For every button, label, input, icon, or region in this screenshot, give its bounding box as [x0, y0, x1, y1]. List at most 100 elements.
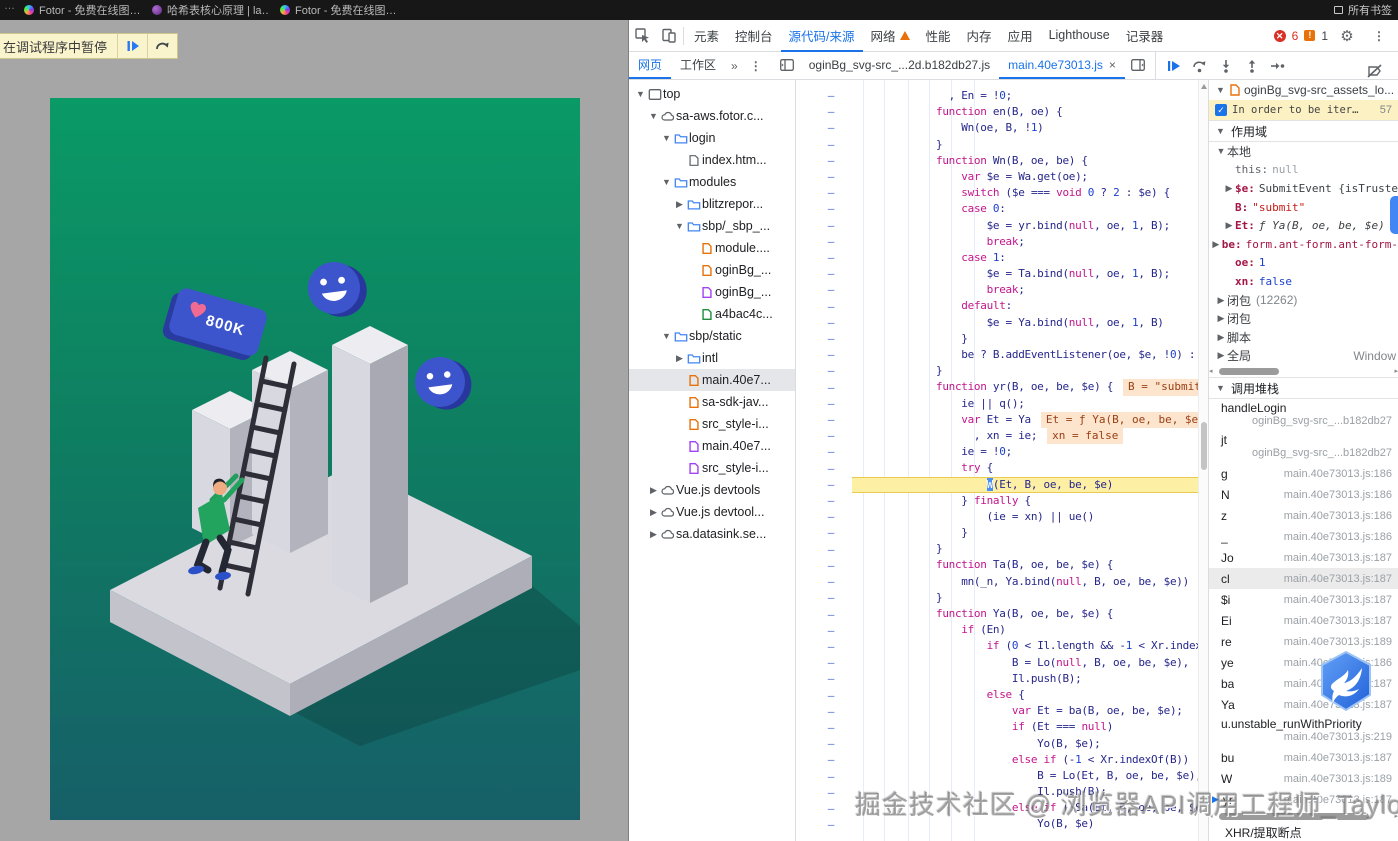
file-tab[interactable]: main.40e73013.js×: [999, 52, 1125, 79]
chevron-right-icon[interactable]: ▶: [1223, 220, 1235, 231]
chevron-right-icon[interactable]: ▶: [1210, 239, 1222, 250]
call-stack-frame-u.unstable_runWithPriority[interactable]: u.unstable_runWithPrioritymain.40e73013.…: [1209, 715, 1398, 747]
tree-item-sa.datasink.se...[interactable]: ▶sa.datasink.se...: [629, 523, 795, 545]
call-stack-frame-N[interactable]: Nmain.40e73013.js:186: [1209, 484, 1398, 505]
call-stack-frame-Ei[interactable]: Eimain.40e73013.js:187: [1209, 610, 1398, 631]
chevron-down-icon[interactable]: ▼: [674, 221, 685, 231]
tree-item-login[interactable]: ▼login: [629, 127, 795, 149]
callstack-section-header[interactable]: ▼ 调用堆栈: [1209, 377, 1398, 399]
close-tab-icon[interactable]: ×: [1109, 58, 1116, 72]
tree-item-oginBg_...[interactable]: oginBg_...: [629, 281, 795, 303]
settings-gear-icon[interactable]: ⚙: [1334, 23, 1360, 49]
call-stack-frame-bu[interactable]: bumain.40e73013.js:187: [1209, 747, 1398, 768]
call-stack-frame-handleLogin[interactable]: handleLoginoginBg_svg-src_...b182db27: [1209, 399, 1398, 431]
call-stack-frame-cl[interactable]: clmain.40e73013.js:187: [1209, 568, 1398, 589]
scope-group-闭包[interactable]: ▶闭包: [1209, 309, 1398, 328]
editor-gutter[interactable]: ––––––––––––––––––––––––––––––––––––––––…: [822, 88, 840, 833]
chevron-right-icon[interactable]: ▶: [648, 529, 659, 540]
call-stack-frame-$i[interactable]: $imain.40e73013.js:187: [1209, 589, 1398, 610]
chevron-right-icon[interactable]: ▶: [1215, 332, 1227, 343]
issues-icon[interactable]: !: [1304, 30, 1315, 41]
chevron-right-icon[interactable]: ▶: [674, 353, 685, 364]
devtools-tab-Lighthouse[interactable]: Lighthouse: [1041, 20, 1118, 52]
error-count[interactable]: 6: [1292, 29, 1299, 43]
scroll-up-icon[interactable]: [1201, 84, 1207, 89]
chevron-down-icon[interactable]: ▼: [661, 331, 672, 341]
xhr-breakpoints-section[interactable]: XHR/提取断点: [1209, 822, 1398, 841]
devtools-tab-内存[interactable]: 内存: [959, 20, 1000, 52]
devtools-tab-性能[interactable]: 性能: [918, 20, 959, 52]
console-error-icon[interactable]: ✕: [1274, 30, 1286, 42]
tree-item-index.htm...[interactable]: index.htm...: [629, 149, 795, 171]
devtools-tab-元素[interactable]: 元素: [686, 20, 727, 52]
chevron-down-icon[interactable]: ▼: [648, 111, 659, 121]
tree-item-module....[interactable]: module....: [629, 237, 795, 259]
step-over-button[interactable]: [147, 34, 177, 58]
chevron-right-icon[interactable]: ▶: [674, 199, 685, 210]
tree-item-oginBg_...[interactable]: oginBg_...: [629, 259, 795, 281]
all-bookmarks[interactable]: 所有书签: [1334, 2, 1398, 18]
scope-horizontal-scrollbar[interactable]: ◂▸: [1209, 365, 1398, 377]
tree-item-sa-aws.fotor.c...[interactable]: ▼sa-aws.fotor.c...: [629, 105, 795, 127]
devtools-tab-记录器[interactable]: 记录器: [1118, 20, 1172, 52]
step-icon[interactable]: [1270, 58, 1286, 74]
step-over-icon[interactable]: [1192, 58, 1208, 74]
tree-item-Vue.js-devtool...[interactable]: ▶Vue.js devtool...: [629, 501, 795, 523]
call-stack-frame-re[interactable]: remain.40e73013.js:189: [1209, 631, 1398, 652]
source-code[interactable]: , En = !0;function en(B, oe) { Wn(oe, B,…: [852, 88, 1198, 841]
browser-tab[interactable]: Fotor - 免费在线图…: [14, 0, 142, 20]
xunlei-floating-icon[interactable]: [1318, 650, 1374, 712]
editor-scrollbar[interactable]: [1198, 80, 1208, 841]
tree-item-src_style-i...[interactable]: src_style-i...: [629, 457, 795, 479]
navigator-menu-icon[interactable]: ⋮: [744, 52, 768, 79]
tree-item-intl[interactable]: ▶intl: [629, 347, 795, 369]
devtools-tab-应用[interactable]: 应用: [1000, 20, 1041, 52]
tree-item-modules[interactable]: ▼modules: [629, 171, 795, 193]
tree-item-sbp-_sbp_...[interactable]: ▼sbp/_sbp_...: [629, 215, 795, 237]
scope-variable-B[interactable]: B:"submit": [1209, 198, 1398, 217]
chevron-right-icon[interactable]: ▶: [1215, 313, 1227, 324]
scope-section-header[interactable]: ▼ 作用域: [1209, 120, 1398, 142]
tab-fragment[interactable]: …: [0, 0, 14, 20]
chevron-down-icon[interactable]: ▼: [1215, 146, 1227, 156]
file-tab[interactable]: oginBg_svg-src_...2d.b182db27.js: [800, 52, 999, 79]
devtools-menu-icon[interactable]: ⋮: [1366, 23, 1392, 49]
tree-item-main.40e7...[interactable]: main.40e7...: [629, 435, 795, 457]
scope-group-闭包[interactable]: ▶闭包(12262): [1209, 291, 1398, 310]
browser-tab[interactable]: Fotor - 免费在线图…: [270, 0, 398, 20]
scope-variable-be[interactable]: ▶be:form.ant-form.ant-form-: [1209, 235, 1398, 254]
tree-item-src_style-i...[interactable]: src_style-i...: [629, 413, 795, 435]
tree-item-a4bac4c...[interactable]: a4bac4c...: [629, 303, 795, 325]
tab-workspace[interactable]: 工作区: [671, 52, 725, 79]
scope-variable-$e[interactable]: ▶$e:SubmitEvent {isTruste: [1209, 179, 1398, 198]
scope-variable-Et[interactable]: ▶Et:ƒ Ya(B, oe, be, $e): [1209, 216, 1398, 235]
chevron-right-icon[interactable]: ▶: [1215, 295, 1227, 306]
inspect-element-icon[interactable]: [629, 23, 655, 49]
chevron-right-icon[interactable]: ▶: [1215, 350, 1227, 361]
chevron-right-icon[interactable]: ▶: [1223, 183, 1235, 194]
issue-count[interactable]: 1: [1321, 29, 1328, 43]
device-toolbar-icon[interactable]: [655, 23, 681, 49]
scope-variable-xn[interactable]: xn:false: [1209, 272, 1398, 291]
chevron-down-icon[interactable]: ▼: [661, 177, 672, 187]
resume-script-button[interactable]: [117, 34, 147, 58]
browser-tab[interactable]: 哈希表核心原理 | la…: [142, 0, 270, 20]
call-stack-frame-_[interactable]: _main.40e73013.js:186: [1209, 526, 1398, 547]
floating-edge-widget[interactable]: [1390, 196, 1398, 234]
step-into-icon[interactable]: [1218, 58, 1234, 74]
tree-item-sa-sdk-jav...[interactable]: sa-sdk-jav...: [629, 391, 795, 413]
devtools-tab-网络[interactable]: 网络: [863, 20, 918, 52]
tree-item-main.40e7...[interactable]: main.40e7...: [629, 369, 795, 391]
call-stack-frame-Jo[interactable]: Jomain.40e73013.js:187: [1209, 547, 1398, 568]
scope-variable-this[interactable]: this:null: [1209, 161, 1398, 180]
show-more-tabs-icon[interactable]: [1125, 52, 1151, 78]
chevron-right-icon[interactable]: ▶: [648, 485, 659, 496]
tab-page[interactable]: 网页: [629, 52, 671, 79]
breakpoint-file-row[interactable]: ▼ oginBg_svg-src_assets_lo...: [1209, 80, 1398, 100]
call-stack-frame-z[interactable]: zmain.40e73013.js:186: [1209, 505, 1398, 526]
chevron-right-icon[interactable]: ▶: [648, 507, 659, 518]
more-panels-icon[interactable]: »: [725, 52, 744, 79]
scope-variable-oe[interactable]: oe:1: [1209, 254, 1398, 273]
resume-script-execution-icon[interactable]: [1166, 58, 1182, 74]
chevron-down-icon[interactable]: ▼: [661, 133, 672, 143]
